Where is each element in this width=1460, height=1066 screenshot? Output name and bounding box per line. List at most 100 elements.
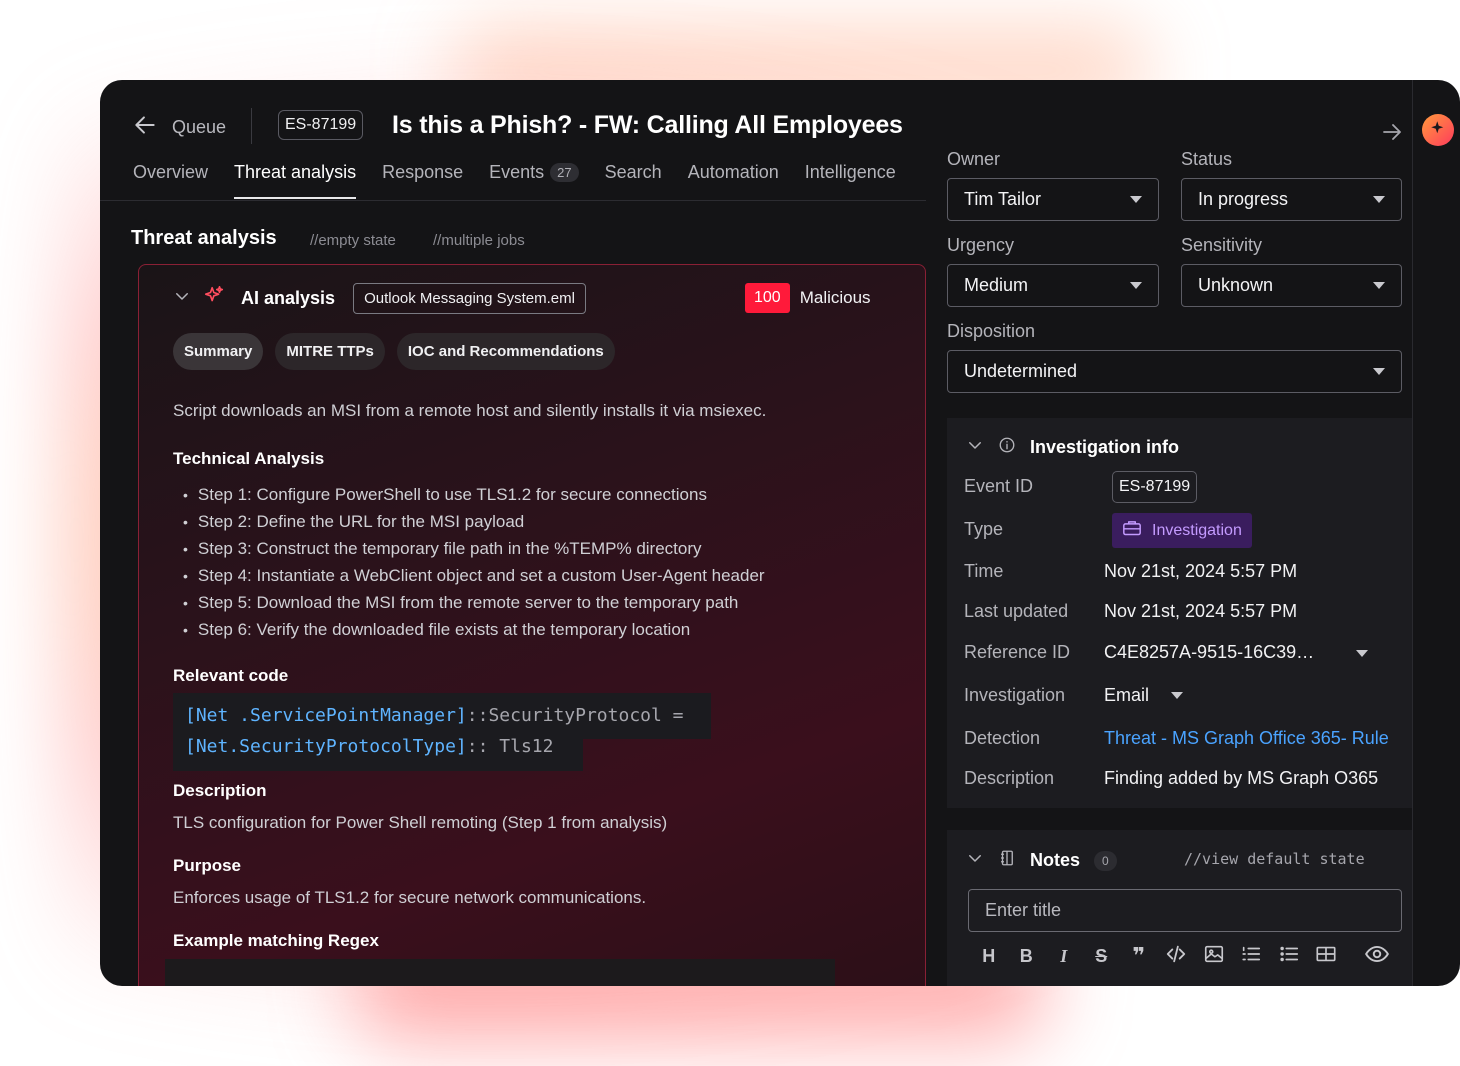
strikethrough-button[interactable]: S [1083, 942, 1121, 970]
chevron-down-icon[interactable] [966, 849, 984, 872]
list-item: Step 2: Define the URL for the MSI paylo… [173, 508, 765, 535]
owner-label: Owner [947, 149, 1001, 169]
sparkle-icon [203, 285, 225, 312]
bullet-list-button[interactable] [1270, 942, 1308, 970]
code-icon [1165, 943, 1187, 970]
tab-events[interactable]: Events 27 [489, 162, 579, 199]
preview-toggle-button[interactable] [1362, 942, 1392, 970]
bold-button[interactable]: B [1008, 942, 1046, 970]
notes-count-badge: 0 [1094, 850, 1117, 871]
type-label: Type [964, 519, 1004, 539]
notes-title: Notes [1030, 850, 1081, 870]
investigation-label: Investigation [964, 685, 1066, 705]
sensitivity-label: Sensitivity [1181, 235, 1263, 255]
description-text: TLS configuration for Power Shell remoti… [173, 813, 668, 832]
page-title: Is this a Phish? - FW: Calling All Emplo… [392, 111, 903, 139]
relevant-code-heading: Relevant code [173, 666, 289, 685]
reference-id-value: C4E8257A-9515-16C39… [1104, 642, 1315, 662]
image-button[interactable] [1195, 942, 1233, 970]
description-value: Finding added by MS Graph O365 [1104, 768, 1379, 788]
table-button[interactable] [1308, 942, 1346, 970]
editor-toolbar: H B I S ❞ [970, 942, 1345, 970]
tab-automation[interactable]: Automation [688, 162, 779, 199]
note-title-input[interactable] [968, 889, 1402, 932]
caret-down-icon [1130, 196, 1142, 203]
section-title: Threat analysis [131, 227, 277, 249]
back-to-queue-link[interactable]: Queue [132, 112, 226, 143]
tab-intelligence[interactable]: Intelligence [805, 162, 896, 199]
analysis-pill-tabs: Summary MITRE TTPs IOC and Recommendatio… [173, 333, 615, 370]
tab-search[interactable]: Search [605, 162, 662, 199]
briefcase-icon [1122, 519, 1142, 542]
detection-link[interactable]: Threat - MS Graph Office 365- Rule [1104, 728, 1389, 749]
tab-bar: Overview Threat analysis Response Events… [133, 162, 922, 199]
detection-label: Detection [964, 728, 1041, 748]
technical-analysis-heading: Technical Analysis [173, 449, 325, 468]
code-button[interactable] [1158, 942, 1196, 970]
owner-select[interactable]: Tim Tailor [947, 178, 1159, 221]
time-value: Nov 21st, 2024 5:57 PM [1104, 561, 1298, 581]
table-icon [1315, 943, 1337, 970]
pill-ioc-recommendations[interactable]: IOC and Recommendations [396, 333, 615, 370]
caret-down-icon [1373, 368, 1385, 375]
tab-divider [100, 200, 926, 201]
header-divider [251, 108, 252, 144]
pill-summary[interactable]: Summary [173, 333, 264, 370]
description-heading: Description [173, 781, 267, 800]
eye-icon [1364, 941, 1390, 972]
italic-button[interactable]: I [1045, 942, 1083, 970]
purpose-text: Enforces usage of TLS1.2 for secure netw… [173, 888, 647, 907]
app-window: Queue ES-87199 Is this a Phish? - FW: Ca… [100, 80, 1460, 986]
reference-id-expand-icon[interactable] [1356, 650, 1368, 657]
heading-button[interactable]: H [970, 942, 1008, 970]
list-item: Step 1: Configure PowerShell to use TLS1… [173, 481, 765, 508]
steps-list: Step 1: Configure PowerShell to use TLS1… [173, 481, 765, 643]
right-rail-divider [1412, 80, 1413, 986]
arrow-left-icon [132, 112, 158, 143]
arrow-right-icon [1380, 124, 1404, 148]
file-chip[interactable]: Outlook Messaging System.eml [353, 283, 586, 314]
investigation-dropdown-icon[interactable] [1171, 692, 1183, 699]
image-icon [1203, 943, 1225, 970]
urgency-select[interactable]: Medium [947, 264, 1159, 307]
chevron-down-icon[interactable] [966, 436, 984, 459]
tab-overview[interactable]: Overview [133, 162, 208, 199]
regex-heading: Example matching Regex [173, 931, 379, 950]
code-line-1: [Net .ServicePointManager]::SecurityProt… [185, 705, 684, 726]
ai-analysis-title: AI analysis [241, 288, 336, 308]
ai-assistant-button[interactable] [1422, 114, 1454, 146]
notes-header: Notes 0 [966, 849, 1117, 872]
summary-text: Script downloads an MSI from a remote ho… [173, 401, 767, 420]
threat-score: 100 Malicious [745, 283, 871, 313]
quote-button[interactable]: ❞ [1120, 942, 1158, 970]
verdict-label: Malicious [799, 288, 871, 307]
notes-state-note: //view default state [1184, 850, 1365, 868]
type-badge: Investigation [1112, 513, 1252, 548]
sensitivity-select[interactable]: Unknown [1181, 264, 1402, 307]
tab-threat-analysis[interactable]: Threat analysis [234, 162, 357, 199]
list-item: Step 5: Download the MSI from the remote… [173, 589, 765, 616]
next-event-button[interactable] [1380, 120, 1404, 149]
investigation-value[interactable]: Email [1104, 685, 1149, 706]
investigation-info-title: Investigation info [1030, 437, 1180, 457]
chevron-down-icon[interactable] [173, 287, 191, 310]
pill-mitre-ttps[interactable]: MITRE TTPs [275, 333, 385, 370]
last-updated-value: Nov 21st, 2024 5:57 PM [1104, 601, 1298, 621]
list-item: Step 4: Instantiate a WebClient object a… [173, 562, 765, 589]
event-id-label: Event ID [964, 476, 1034, 496]
time-label: Time [964, 561, 1004, 581]
tab-response[interactable]: Response [382, 162, 463, 199]
events-count-badge: 27 [550, 163, 579, 182]
disposition-select[interactable]: Undetermined [947, 350, 1402, 393]
list-item: Step 3: Construct the temporary file pat… [173, 535, 765, 562]
multiple-jobs-note: //multiple jobs [433, 232, 525, 249]
ai-analysis-header: AI analysis Outlook Messaging System.eml [173, 283, 586, 314]
ordered-list-button[interactable] [1233, 942, 1271, 970]
info-icon [998, 436, 1016, 459]
reference-id-label: Reference ID [964, 642, 1071, 662]
regex-code-block [165, 959, 835, 986]
purpose-heading: Purpose [173, 856, 242, 875]
status-select[interactable]: In progress [1181, 178, 1402, 221]
last-updated-label: Last updated [964, 601, 1069, 621]
sparkle-icon [1429, 119, 1447, 142]
